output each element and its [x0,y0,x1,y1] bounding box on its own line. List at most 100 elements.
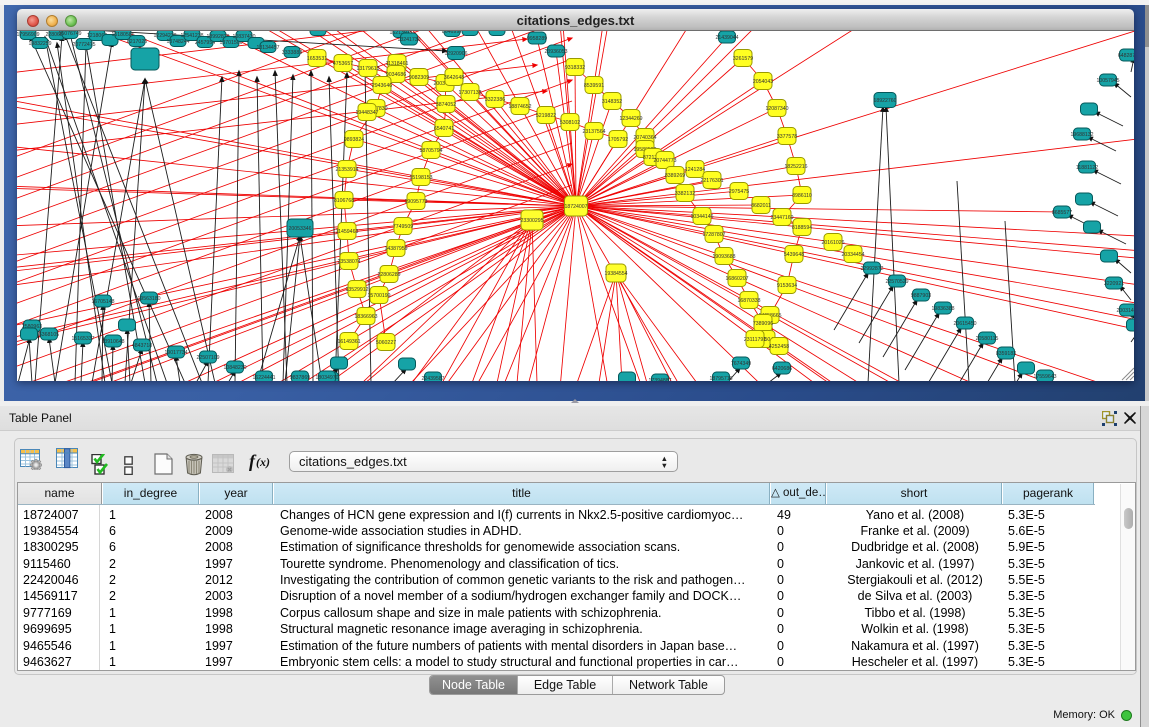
svg-text:9318332: 9318332 [565,65,585,71]
svg-text:5439648: 5439648 [784,252,804,258]
svg-text:13179613: 13179613 [356,66,379,72]
svg-text:3642648: 3642648 [444,75,464,81]
svg-text:4843718: 4843718 [132,343,152,349]
svg-text:14387959: 14387959 [384,246,407,252]
svg-text:16705148: 16705148 [91,299,114,305]
svg-text:15076749: 15076749 [58,31,81,37]
svg-text:3261579: 3261579 [733,56,753,62]
svg-text:19688132: 19688132 [1070,132,1093,138]
svg-text:6540741: 6540741 [434,126,454,132]
svg-text:15165337: 15165337 [71,336,94,342]
svg-text:3377578: 3377578 [777,134,797,140]
svg-text:11881122: 11881122 [1076,165,1098,171]
svg-text:13241736: 13241736 [397,37,420,43]
svg-text:21353914: 21353914 [335,167,358,173]
svg-text:5308102: 5308102 [560,120,580,126]
svg-text:11459463: 11459463 [336,229,359,235]
svg-text:22176301: 22176301 [700,178,723,184]
svg-text:17559643: 17559643 [1033,374,1056,380]
svg-text:2054043: 2054043 [753,79,773,85]
svg-text:3220921: 3220921 [1104,281,1124,287]
svg-text:20580115: 20580115 [976,336,999,342]
svg-text:23538074: 23538074 [337,259,360,265]
svg-text:10344146: 10344146 [690,214,713,220]
svg-text:20053346: 20053346 [288,226,311,232]
svg-text:13134457: 13134457 [256,45,279,51]
svg-text:23447169: 23447169 [770,215,793,221]
svg-text:22507109: 22507109 [196,355,219,361]
svg-text:16870338: 16870338 [737,298,760,304]
svg-text:17307133: 17307133 [458,90,481,96]
svg-text:6420686: 6420686 [772,366,792,372]
svg-text:18252216: 18252216 [784,164,807,170]
svg-text:3322386: 3322386 [485,97,505,103]
svg-text:20744773: 20744773 [653,158,676,164]
svg-text:15198153: 15198153 [409,175,432,181]
svg-text:12920906: 12920906 [444,51,467,57]
svg-text:12344269: 12344269 [619,116,642,122]
svg-text:13910648: 13910648 [101,339,124,345]
svg-text:7674349: 7674349 [731,361,751,367]
svg-text:16149361: 16149361 [337,339,360,345]
svg-text:8389269: 8389269 [665,173,685,179]
svg-text:6368105: 6368105 [39,332,59,338]
svg-text:4753657: 4753657 [333,61,353,67]
svg-text:22439587: 22439587 [421,376,444,381]
svg-text:20615450: 20615450 [953,321,976,327]
svg-text:3874052: 3874052 [436,102,456,108]
svg-text:9958289: 9958289 [527,36,547,42]
svg-text:8106768: 8106768 [334,198,354,204]
svg-text:19095773: 19095773 [404,199,427,205]
svg-text:20031404: 20031404 [1116,308,1134,314]
svg-text:8646997: 8646997 [442,31,462,35]
svg-text:19384554: 19384554 [604,271,627,277]
svg-text:20334454: 20334454 [841,252,864,258]
svg-text:16224441: 16224441 [252,375,275,381]
svg-text:23137564: 23137564 [582,129,605,135]
svg-text:9887903: 9887903 [911,293,931,299]
svg-text:2975475: 2975475 [729,189,749,195]
svg-text:5219822: 5219822 [536,113,556,119]
svg-text:8685577: 8685577 [1052,210,1072,216]
svg-text:3382132: 3382132 [675,191,695,197]
svg-text:(x): (x) [256,455,270,469]
svg-text:23936053: 23936053 [544,49,567,55]
svg-text:20772475: 20772475 [72,42,95,48]
svg-text:1705792: 1705792 [608,137,628,143]
svg-text:6217026: 6217026 [127,39,147,45]
svg-text:18922760: 18922760 [873,98,896,104]
svg-text:17394887: 17394887 [648,378,671,381]
svg-text:22570529: 22570529 [885,279,908,285]
svg-text:13529912: 13529912 [345,287,368,293]
svg-text:7749509: 7749509 [393,224,413,230]
svg-text:8682011: 8682011 [751,203,771,209]
svg-text:18874652: 18874652 [508,104,531,110]
svg-text:17956909: 17956909 [17,32,40,38]
svg-text:18705794: 18705794 [419,148,442,154]
svg-text:7389096: 7389096 [753,321,773,327]
svg-text:6482877: 6482877 [1118,53,1134,59]
svg-text:10848230: 10848230 [223,365,246,371]
svg-text:1653531: 1653531 [307,56,327,62]
svg-text:9893824: 9893824 [344,137,364,143]
svg-text:9082309: 9082309 [409,75,429,81]
svg-text:3148352: 3148352 [602,99,622,105]
svg-text:16860207: 16860207 [725,276,748,282]
svg-text:19017734: 19017734 [164,350,187,356]
svg-text:19832259: 19832259 [28,41,51,47]
svg-text:8986110: 8986110 [792,193,812,199]
svg-text:19093688: 19093688 [712,254,735,260]
svg-text:23300295: 23300295 [520,218,543,224]
svg-text:9153634: 9153634 [777,283,797,289]
svg-text:20161026: 20161026 [821,240,844,246]
svg-text:8359183: 8359183 [996,351,1016,357]
svg-text:19448347: 19448347 [355,110,378,116]
svg-text:17287807: 17287807 [702,232,725,238]
svg-text:18724007: 18724007 [564,204,587,210]
svg-text:18795716: 18795716 [709,376,732,381]
svg-text:18034970: 18034970 [315,375,338,381]
svg-text:20740364: 20740364 [633,135,656,141]
svg-text:3333883: 3333883 [282,50,302,56]
svg-text:8539591: 8539591 [584,83,604,89]
svg-text:2943646: 2943646 [372,83,392,89]
